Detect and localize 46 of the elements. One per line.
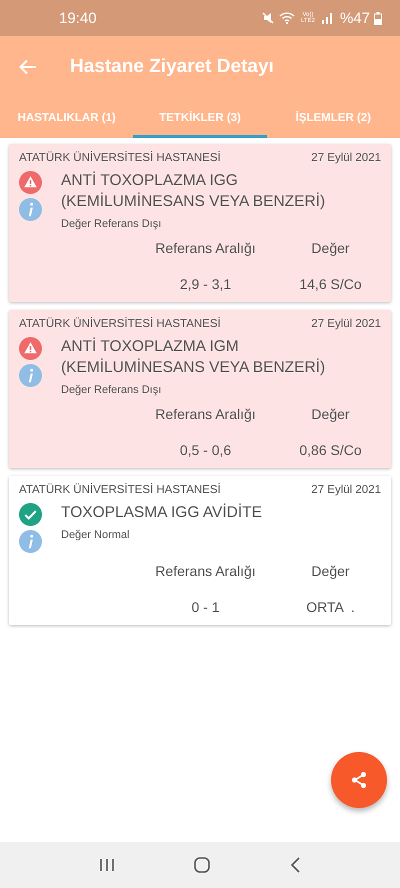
checkmark-icon (19, 503, 42, 526)
share-icon (349, 770, 369, 790)
screen-title: Hastane Ziyaret Detayı (70, 56, 274, 78)
column-heading: Referans Aralığı (155, 563, 256, 579)
home-icon[interactable] (193, 856, 211, 874)
column-heading: Referans Aralığı (155, 406, 256, 422)
result-status: Değer Referans Dışı (61, 384, 162, 396)
info-icon[interactable] (19, 530, 42, 553)
result-card[interactable]: ATATÜRK ÜNİVERSİTESİ HASTANESİ 27 Eylül 2021 TOXOPLASMA IGG AVİDİTE Değer Normal Referans Aralığı Değer 0 - 1 ORTA . (9, 476, 391, 625)
battery-percent: %47 (340, 10, 370, 26)
back-arrow-icon[interactable] (19, 59, 37, 75)
warning-icon (19, 171, 42, 194)
result-date: 27 Eylül 2021 (311, 484, 381, 496)
warning-icon (19, 337, 42, 360)
signal-icon (320, 12, 333, 24)
wifi-icon (278, 11, 295, 25)
info-icon[interactable] (19, 198, 42, 221)
test-name: ANTİ TOXOPLAZMA IGM (KEMİLUMİNESANS VEYA BENZERİ) (61, 336, 326, 378)
result-status: Değer Normal (61, 529, 130, 541)
column-heading: Değer (311, 240, 350, 256)
reference-range: 0,5 - 0,6 (180, 442, 232, 458)
clock-time: 19:40 (59, 10, 97, 26)
column-heading: Değer (311, 563, 350, 579)
test-name: ANTİ TOXOPLAZMA IGG (KEMİLUMİNESANS VEYA BENZERİ) (61, 170, 326, 212)
reference-range: 2,9 - 3,1 (180, 276, 232, 292)
reference-range: 0 - 1 (191, 599, 220, 615)
share-button[interactable] (331, 752, 387, 808)
column-heading: Referans Aralığı (155, 240, 256, 256)
hospital-name: ATATÜRK ÜNİVERSİTESİ HASTANESİ (19, 318, 221, 330)
hospital-name: ATATÜRK ÜNİVERSİTESİ HASTANESİ (19, 152, 221, 164)
back-icon[interactable] (289, 856, 301, 874)
result-card[interactable]: ATATÜRK ÜNİVERSİTESİ HASTANESİ 27 Eylül 2021 ANTİ TOXOPLAZMA IGG (KEMİLUMİNESANS VEYA BENZERİ) Değer Referans Dışı Referans Aralığı Değer 2,9 - 3,1 14,6 S/Co (9, 144, 391, 302)
recent-apps-icon[interactable] (99, 857, 115, 873)
result-value: 14,6 S/Co (299, 276, 362, 292)
battery-icon (374, 12, 382, 24)
hospital-name: ATATÜRK ÜNİVERSİTESİ HASTANESİ (19, 484, 221, 496)
result-card[interactable]: ATATÜRK ÜNİVERSİTESİ HASTANESİ 27 Eylül 2021 ANTİ TOXOPLAZMA IGM (KEMİLUMİNESANS VEYA BENZERİ) Değer Referans Dışı Referans Aralığı Değer 0,5 - 0,6 0,86 S/Co (9, 310, 391, 468)
result-value: ORTA . (306, 599, 355, 615)
result-date: 27 Eylül 2021 (311, 152, 381, 164)
result-date: 27 Eylül 2021 (311, 318, 381, 330)
mute-icon (260, 11, 275, 25)
test-name: TOXOPLASMA IGG AVİDİTE (61, 502, 263, 523)
result-value: 0,86 S/Co (299, 442, 362, 458)
column-heading: Değer (311, 406, 350, 422)
info-icon[interactable] (19, 364, 42, 387)
result-status: Değer Referans Dışı (61, 218, 162, 230)
